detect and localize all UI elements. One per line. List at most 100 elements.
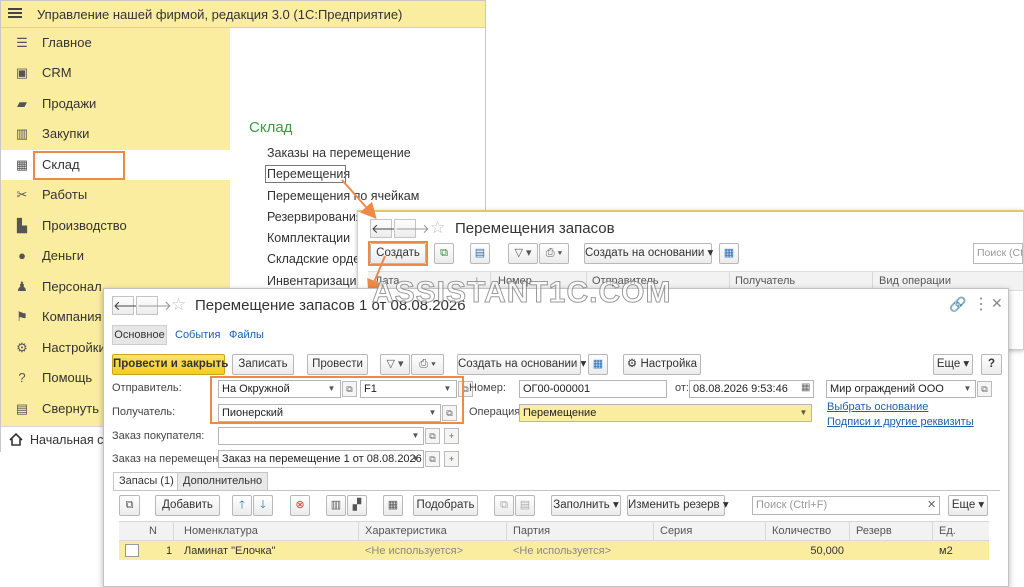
sender-label: Отправитель:: [112, 382, 182, 394]
doc-favorite-star-icon[interactable]: ☆: [171, 295, 186, 315]
chevron-down-icon[interactable]: ▼: [409, 451, 422, 467]
tab-additional[interactable]: Дополнительно: [177, 472, 269, 490]
menu-lines-icon: ☰: [16, 35, 28, 50]
link-icon[interactable]: 🔗: [949, 296, 966, 313]
more-dots-icon[interactable]: ⋮: [973, 294, 989, 314]
list-search-input[interactable]: Поиск (Ctrl: [973, 243, 1023, 264]
col-item[interactable]: Номенклатура: [184, 525, 258, 537]
table-search-input[interactable]: Поиск (Ctrl+F): [752, 496, 940, 515]
table-report-icon[interactable]: ▦: [383, 495, 403, 516]
tab-main[interactable]: Основное: [112, 325, 167, 345]
row-checkbox[interactable]: [125, 544, 139, 557]
col-unit[interactable]: Ед.: [939, 525, 956, 537]
number-field[interactable]: ОГ00-000001: [519, 380, 667, 398]
col-n[interactable]: N: [149, 525, 157, 537]
signatures-link[interactable]: Подписи и другие реквизиты: [827, 416, 974, 428]
col-separator: [932, 522, 933, 540]
help-button[interactable]: ?: [981, 354, 1002, 375]
post-button[interactable]: Провести: [307, 354, 368, 375]
doc-report-icon[interactable]: ▦: [588, 354, 608, 375]
col-reserve[interactable]: Резерв: [856, 525, 892, 537]
settings-gear-icon: ⚙: [626, 358, 638, 370]
doc-filter-icon[interactable]: ▽ ▾: [380, 354, 410, 375]
row-characteristic[interactable]: <Не используется>: [365, 545, 463, 557]
transfer-order-field[interactable]: Заказ на перемещение 1 от 08.08.2026: [218, 450, 424, 468]
sidebar-item-works[interactable]: ✂ Работы: [1, 180, 230, 210]
sidebar-item-label: CRM: [42, 65, 72, 80]
delete-icon[interactable]: ⊗: [290, 495, 310, 516]
copy-icon[interactable]: ⧉: [434, 243, 454, 264]
save-button[interactable]: Записать: [232, 354, 294, 375]
doc-more-button[interactable]: Еще ▾: [933, 354, 973, 375]
tab-files[interactable]: Файлы: [229, 329, 264, 341]
add-row-button[interactable]: Добавить: [155, 495, 220, 516]
post-and-close-button[interactable]: Провести и закрыть: [112, 354, 228, 375]
row-unit[interactable]: м2: [939, 545, 953, 557]
row-quantity[interactable]: 50,000: [804, 545, 844, 557]
forward-button[interactable]: 🡒: [394, 219, 430, 238]
date-field[interactable]: 08.08.2026 9:53:46: [689, 380, 814, 398]
paste-icon[interactable]: ⧉: [494, 495, 514, 516]
doc-print-icon[interactable]: ⎙ ▾: [411, 354, 444, 375]
doc-back-button[interactable]: 🡐: [112, 296, 148, 315]
receiver-label: Получатель:: [112, 406, 176, 418]
add-icon[interactable]: +: [444, 451, 459, 467]
table-more-button[interactable]: Еще ▾: [948, 495, 988, 516]
clear-search-icon[interactable]: ✕: [927, 498, 936, 511]
col-batch[interactable]: Партия: [513, 525, 550, 537]
col-separator: [506, 522, 507, 540]
move-down-icon[interactable]: 🡓: [253, 495, 273, 516]
company-field[interactable]: Мир ограждений ООО: [826, 380, 976, 398]
operation-label: Операция:: [469, 406, 524, 418]
col-receiver[interactable]: Получатель: [735, 275, 795, 287]
doc-forward-button[interactable]: 🡒: [136, 296, 172, 315]
move-up-icon[interactable]: 🡑: [232, 495, 252, 516]
col-separator: [173, 522, 174, 540]
change-reserve-button[interactable]: Изменить резерв ▾: [627, 495, 729, 516]
chevron-down-icon[interactable]: ▼: [797, 405, 810, 421]
col-series[interactable]: Серия: [660, 525, 692, 537]
favorite-star-icon[interactable]: ☆: [430, 218, 445, 238]
filter-icon[interactable]: ▽ ▾: [508, 243, 538, 264]
open-icon[interactable]: ⧉: [425, 451, 440, 467]
col-characteristic[interactable]: Характеристика: [365, 525, 447, 537]
settings-button[interactable]: ⚙ Настройка: [623, 354, 701, 375]
print-icon[interactable]: ⎙ ▾: [539, 243, 569, 264]
warehouse-highlight-frame: [33, 151, 125, 180]
row-batch[interactable]: <Не используется>: [513, 545, 611, 557]
chevron-down-icon[interactable]: ▼: [961, 381, 974, 397]
open-icon[interactable]: ⧉: [977, 381, 992, 397]
sidebar-item-crm[interactable]: ▣ CRM: [1, 58, 230, 88]
report-icon[interactable]: ▦: [719, 243, 739, 264]
col-operation-type[interactable]: Вид операции: [879, 275, 951, 287]
sidebar-item-label: Производство: [42, 218, 127, 233]
table-copy-icon[interactable]: ⧉: [119, 495, 140, 516]
barcode-icon[interactable]: ▥: [326, 495, 346, 516]
tab-events[interactable]: События: [175, 329, 220, 341]
scan-icon[interactable]: ▞: [347, 495, 367, 516]
close-icon[interactable]: ✕: [991, 295, 1003, 312]
hamburger-menu-icon[interactable]: [8, 6, 22, 20]
tab-stock[interactable]: Запасы (1): [113, 472, 180, 491]
fill-button[interactable]: Заполнить ▾: [551, 495, 621, 516]
sidebar-item-money[interactable]: ● Деньги: [1, 241, 230, 271]
sidebar-item-purchases[interactable]: ▥ Закупки: [1, 119, 230, 149]
buyer-order-field[interactable]: [218, 427, 424, 445]
pick-button[interactable]: Подобрать: [413, 495, 478, 516]
col-quantity[interactable]: Количество: [772, 525, 831, 537]
new-group-icon[interactable]: ▤: [470, 243, 490, 264]
select-basis-link[interactable]: Выбрать основание: [827, 401, 928, 413]
sidebar-item-production[interactable]: ▙ Производство: [1, 211, 230, 241]
create-based-on-button[interactable]: Создать на основании ▾: [584, 243, 713, 264]
clipboard-icon[interactable]: ▤: [515, 495, 535, 516]
doc-create-based-on-button[interactable]: Создать на основании ▾: [457, 354, 586, 375]
row-item[interactable]: Ламинат "Елочка": [184, 545, 276, 557]
link-transfer-orders[interactable]: Заказы на перемещение: [267, 146, 411, 160]
chevron-down-icon[interactable]: ▼: [409, 428, 422, 444]
open-icon[interactable]: ⧉: [425, 428, 440, 444]
sidebar-item-sales[interactable]: ▰ Продажи: [1, 89, 230, 119]
sidebar-item-main[interactable]: ☰ Главное: [1, 28, 230, 58]
add-icon[interactable]: +: [444, 428, 459, 444]
calendar-icon[interactable]: ▦: [801, 382, 810, 393]
operation-field[interactable]: Перемещение: [519, 404, 812, 422]
